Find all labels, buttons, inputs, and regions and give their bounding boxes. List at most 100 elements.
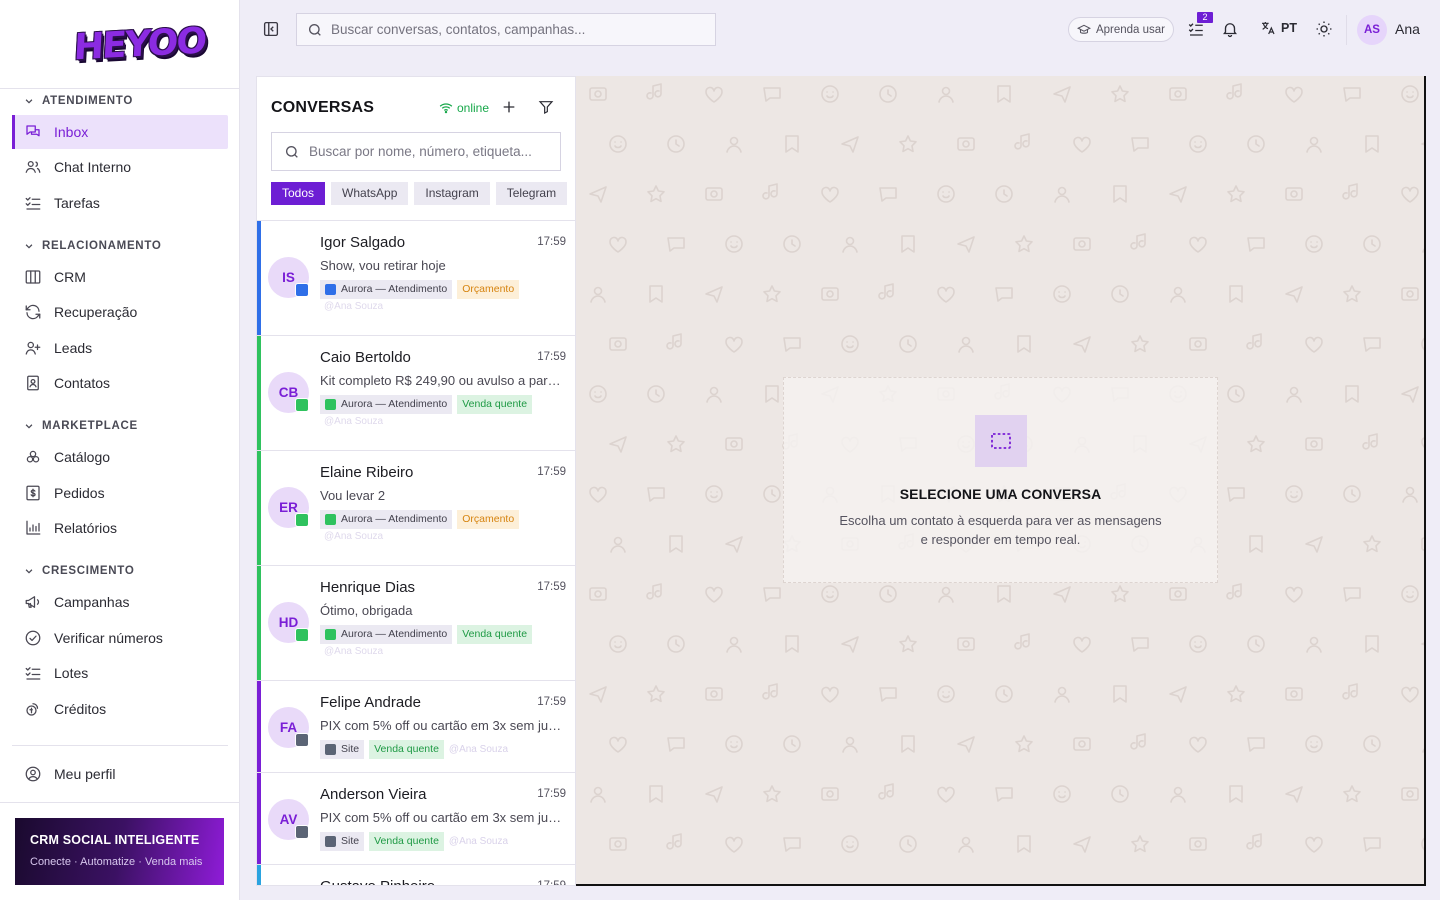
filter-chip-whatsapp[interactable]: WhatsApp	[331, 182, 409, 205]
pattern-doodle	[1342, 683, 1358, 700]
sidebar-item-campanhas[interactable]: Campanhas	[12, 585, 228, 619]
sidebar-item-label: Contatos	[54, 375, 111, 391]
sidebar-item-relatórios[interactable]: Relatórios	[12, 511, 228, 545]
channel-bar	[257, 681, 261, 772]
conversation-item[interactable]: FA Felipe Andrade 17:59 PIX com 5% off ou c…	[257, 681, 575, 773]
agent-tag: Aurora — Atendimento	[320, 510, 453, 529]
sidebar-item-label: Catálogo	[54, 449, 111, 465]
sidebar-item-inbox[interactable]: Inbox	[12, 115, 228, 149]
sidebar-item-créditos[interactable]: Créditos	[12, 692, 228, 726]
pattern-doodle	[609, 135, 627, 153]
pattern-doodle	[1226, 583, 1242, 600]
conversation-item[interactable]: HD Henrique Dias 17:59 Ótimo, obrigada Auror…	[257, 566, 575, 681]
message-preview: Ótimo, obrigada	[320, 603, 413, 618]
pattern-doodle	[821, 585, 839, 603]
list-check-icon	[25, 197, 41, 210]
pattern-doodle	[842, 236, 858, 253]
filter-icon[interactable]	[538, 99, 554, 115]
section-crescimento[interactable]: CRESCIMENTO	[24, 565, 134, 577]
pattern-doodle	[1285, 286, 1303, 303]
pattern-doodle	[1363, 735, 1381, 753]
contact-name: Henrique Dias	[320, 579, 416, 596]
channel-bar	[257, 221, 261, 335]
sidebar-item-chat-interno[interactable]: Chat Interno	[12, 150, 228, 184]
pattern-doodle	[1189, 337, 1207, 351]
pattern-doodle	[1189, 736, 1207, 753]
pattern-doodle	[1401, 686, 1419, 703]
section-relacionamento[interactable]: RELACIONAMENTO	[24, 240, 161, 252]
tag-row: Aurora — Atendimento Orçamento	[320, 510, 520, 529]
conversation-item[interactable]: CB Caio Bertoldo 17:59 Kit completo R$ 249,…	[257, 336, 575, 451]
learn-button[interactable]: Aprenda usar	[1068, 17, 1174, 42]
language-selector[interactable]: PT	[1260, 20, 1297, 36]
promo-banner[interactable]: CRM SOCIAL INTELIGENTE Conecte · Automat…	[15, 818, 224, 885]
sidebar-item-label: Leads	[54, 340, 93, 356]
section-marketplace[interactable]: MARKETPLACE	[24, 420, 138, 432]
sidebar-item-verificar-números[interactable]: Verificar números	[12, 621, 228, 655]
pattern-doodle	[1130, 233, 1146, 250]
pattern-doodle	[1249, 535, 1263, 553]
pattern-doodle	[997, 85, 1011, 103]
pattern-doodle	[841, 636, 859, 653]
pattern-doodle	[1421, 437, 1424, 448]
sidebar-item-lotes[interactable]: Lotes	[12, 656, 228, 690]
sidebar-item-pedidos[interactable]: Pedidos	[12, 476, 228, 510]
conversation-search-input[interactable]	[309, 144, 549, 159]
pattern-doodle	[821, 186, 839, 203]
messenger-channel-icon	[325, 284, 336, 295]
coins-icon	[26, 703, 39, 716]
sidebar-item-catálogo[interactable]: Catálogo	[12, 440, 228, 474]
section-title-label: ATENDIMENTO	[42, 95, 133, 107]
sidebar-toggle-icon[interactable]	[262, 20, 280, 38]
pattern-doodle	[1131, 335, 1149, 353]
boxes-icon	[26, 450, 40, 463]
tag-row: Aurora — Atendimento Orçamento	[320, 280, 520, 299]
global-search-input[interactable]	[331, 22, 701, 37]
pattern-doodle	[1343, 87, 1361, 102]
conversation-item[interactable]: IS Igor Salgado 17:59 Show, vou retirar hoj…	[257, 221, 575, 336]
sidebar-item-tarefas[interactable]: Tarefas	[12, 186, 228, 220]
message-preview: Vou levar 2	[320, 488, 386, 503]
bell-icon[interactable]	[1221, 20, 1239, 38]
sidebar-item-label: Campanhas	[54, 594, 130, 610]
pattern-doodle	[1363, 535, 1381, 553]
pattern-doodle	[1286, 386, 1302, 403]
pattern-doodle	[1345, 385, 1359, 403]
pattern-doodle	[879, 687, 897, 702]
section-atendimento[interactable]: ATENDIMENTO	[24, 95, 133, 107]
selection-icon	[974, 415, 1027, 467]
sidebar-item-label: Relatórios	[54, 520, 118, 536]
conversation-item[interactable]: AV Anderson Vieira 17:59 PIX com 5% off ou …	[257, 773, 575, 865]
chevron-down-icon	[25, 569, 33, 574]
filter-chip-todos[interactable]: Todos	[271, 182, 326, 205]
pattern-doodle	[725, 836, 743, 853]
pattern-doodle	[1343, 485, 1361, 503]
brand-logo[interactable]: HEYOO	[73, 20, 206, 72]
pattern-doodle	[1189, 635, 1207, 653]
sidebar-item-meu-perfil[interactable]: Meu perfil	[12, 757, 228, 791]
conversation-item[interactable]: GPGustavo Pinheiro17:59	[257, 865, 575, 885]
pattern-doodle	[1015, 735, 1033, 753]
user-avatar[interactable]: AS	[1357, 15, 1387, 45]
pattern-doodle	[995, 685, 1013, 703]
pattern-doodle	[1053, 586, 1071, 603]
user-name[interactable]: Ana	[1395, 21, 1420, 37]
global-search[interactable]	[296, 13, 716, 46]
sidebar-item-crm[interactable]: CRM	[12, 260, 228, 294]
conversation-search[interactable]	[271, 132, 561, 171]
pattern-doodle	[1305, 336, 1323, 353]
contact-name: Gustavo Pinheiro	[320, 878, 435, 885]
conversation-item[interactable]: ER Elaine Ribeiro 17:59 Vou levar 2 Aurora —…	[257, 451, 575, 566]
pattern-doodle	[1053, 785, 1071, 803]
pattern-doodle	[1246, 333, 1262, 350]
new-conversation-icon[interactable]	[501, 99, 517, 115]
filter-chip-telegram[interactable]: Telegram	[495, 182, 568, 205]
sidebar-item-recuperação[interactable]: Recuperação	[12, 295, 228, 329]
filter-chip-instagram[interactable]: Instagram	[414, 182, 490, 205]
sidebar-item-leads[interactable]: Leads	[12, 331, 228, 365]
pattern-doodle	[1421, 642, 1424, 646]
pattern-doodle	[765, 385, 779, 403]
sidebar-item-contatos[interactable]: Contatos	[12, 366, 228, 400]
sidebar-item-label: Créditos	[54, 701, 107, 717]
sun-icon[interactable]	[1315, 20, 1333, 38]
